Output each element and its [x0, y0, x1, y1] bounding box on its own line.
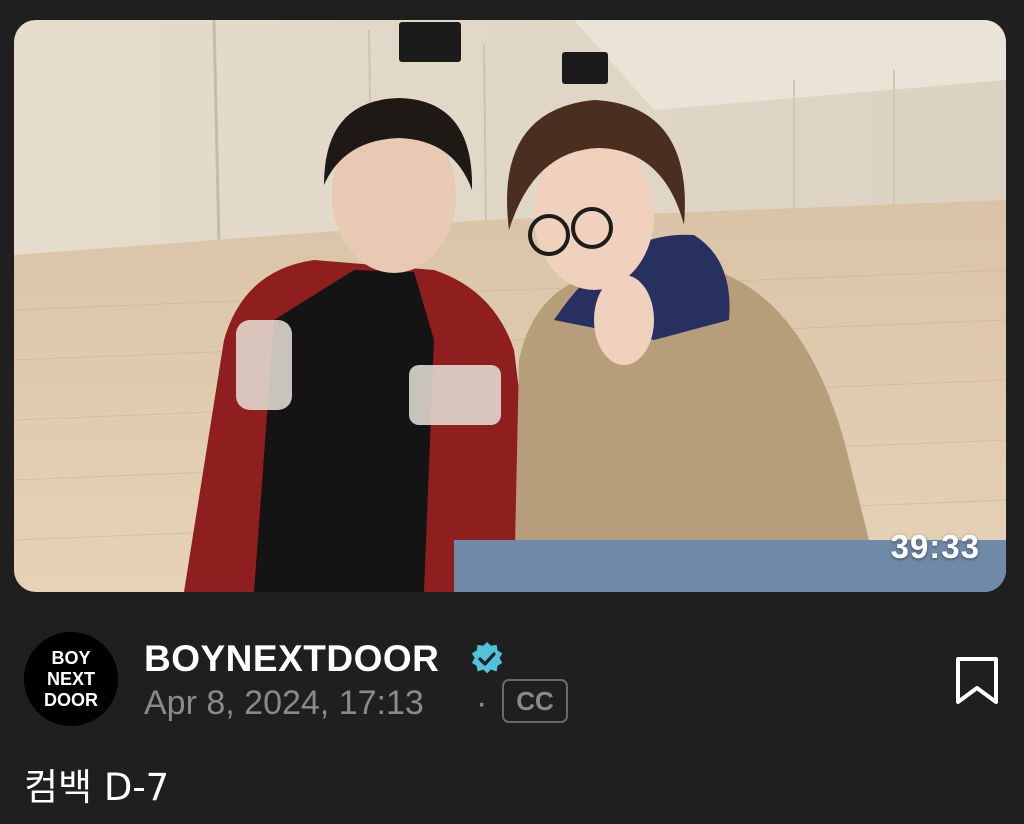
- video-duration: 39:33: [890, 528, 980, 565]
- closed-captions-badge: CC: [502, 679, 568, 723]
- channel-name[interactable]: BOYNEXTDOOR: [144, 638, 439, 680]
- svg-text:NEXT: NEXT: [47, 669, 95, 689]
- post-date: Apr 8, 2024, 17:13: [144, 684, 424, 722]
- post-caption: 컴백 D-7: [24, 766, 170, 809]
- avatar-logo: BOY NEXT DOOR: [24, 632, 118, 726]
- video-post: 39:33 BOY NEXT DOOR BOYNEXTDOOR Apr 8, 2…: [0, 0, 1024, 824]
- thumbnail-image: [14, 20, 1006, 592]
- svg-text:DOOR: DOOR: [44, 690, 98, 710]
- post-meta: BOY NEXT DOOR BOYNEXTDOOR Apr 8, 2024, 1…: [24, 632, 1004, 732]
- svg-text:BOY: BOY: [51, 648, 90, 668]
- verified-badge-icon: [471, 642, 503, 674]
- bookmark-icon[interactable]: [954, 656, 1000, 706]
- meta-separator: ·: [476, 684, 488, 722]
- video-thumbnail[interactable]: 39:33: [14, 20, 1006, 592]
- channel-avatar[interactable]: BOY NEXT DOOR: [24, 632, 118, 726]
